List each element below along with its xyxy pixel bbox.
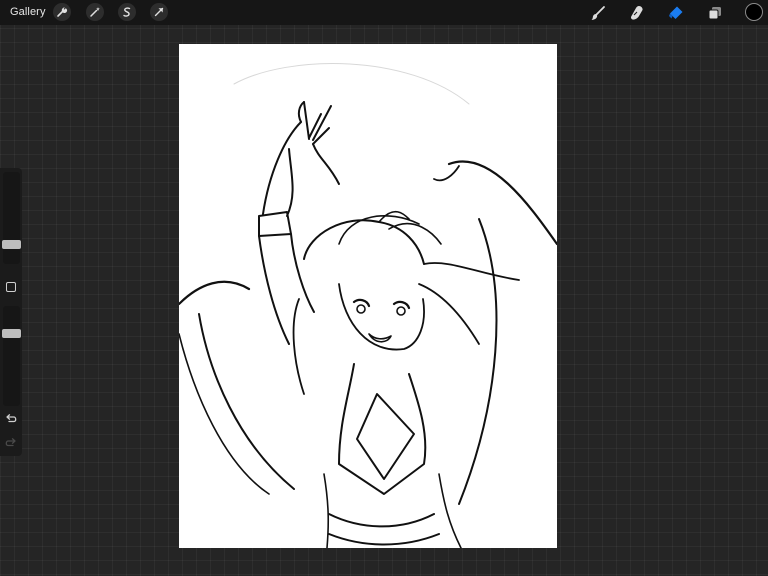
- eraser-icon: [669, 6, 683, 19]
- top-toolbar: Gallery: [0, 0, 768, 25]
- color-picker-swatch[interactable]: [745, 3, 763, 21]
- character-sketch: [179, 63, 557, 548]
- sidebar: [0, 168, 22, 456]
- smudge-tool-button[interactable]: [627, 3, 647, 23]
- brush-size-slider-thumb[interactable]: [2, 240, 21, 249]
- transform-button[interactable]: [150, 3, 168, 21]
- layers-icon: [708, 7, 721, 20]
- selection-s-icon: [123, 7, 131, 17]
- selection-button[interactable]: [118, 3, 136, 21]
- magic-wand-icon: [90, 7, 100, 17]
- actions-button[interactable]: [53, 3, 71, 21]
- undo-icon[interactable]: [4, 412, 18, 426]
- transform-arrow-icon: [154, 7, 164, 17]
- eraser-tool-button[interactable]: [666, 3, 686, 23]
- brush-tool-button[interactable]: [588, 3, 608, 23]
- opacity-slider[interactable]: [3, 306, 20, 406]
- smudge-icon: [630, 6, 643, 20]
- brush-size-slider[interactable]: [3, 172, 20, 264]
- redo-icon[interactable]: [4, 436, 18, 450]
- wrench-icon: [57, 7, 68, 17]
- layers-button[interactable]: [705, 3, 725, 23]
- opacity-slider-thumb[interactable]: [2, 329, 21, 338]
- gallery-button[interactable]: Gallery: [10, 6, 46, 18]
- adjustments-button[interactable]: [86, 3, 104, 21]
- modify-button[interactable]: [6, 282, 16, 292]
- brush-icon: [591, 6, 605, 20]
- drawing-canvas[interactable]: [179, 44, 557, 548]
